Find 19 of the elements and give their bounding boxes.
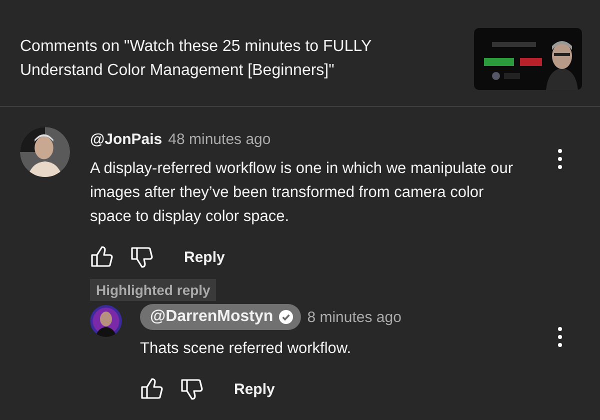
highlighted-label: Highlighted reply: [90, 279, 216, 301]
reply-button[interactable]: Reply: [234, 376, 275, 402]
thumbs-down-icon[interactable]: [180, 377, 204, 401]
timestamp[interactable]: 48 minutes ago: [168, 130, 271, 148]
thumbs-up-icon[interactable]: [90, 245, 114, 269]
verified-icon: [279, 310, 294, 324]
video-title: Comments on "Watch these 25 minutes to FULLY Understand Color Management [Beginners]": [20, 37, 372, 81]
author-name[interactable]: @JonPais: [90, 130, 162, 148]
avatar[interactable]: [20, 127, 70, 177]
reply-button[interactable]: Reply: [184, 244, 225, 270]
more-icon[interactable]: [558, 327, 562, 347]
timestamp[interactable]: 8 minutes ago: [307, 308, 402, 326]
thumbs-up-icon[interactable]: [140, 377, 164, 401]
comment-text: A display-referred workflow is one in which we manipulate our images after they’ve been transformed from camera color space to display color space.: [90, 159, 514, 227]
comment-text: Thats scene referred workflow.: [140, 339, 352, 359]
author-badge[interactable]: @DarrenMostyn: [140, 304, 302, 330]
more-icon[interactable]: [558, 149, 562, 169]
thumbs-down-icon[interactable]: [130, 245, 154, 269]
avatar[interactable]: [90, 305, 122, 337]
